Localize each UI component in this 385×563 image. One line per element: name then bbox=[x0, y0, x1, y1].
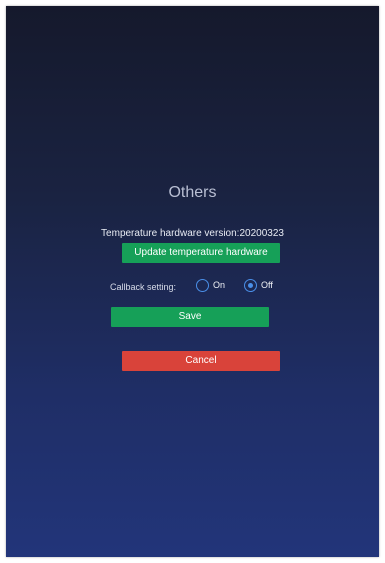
radio-unchecked-icon bbox=[196, 279, 209, 292]
callback-off-label: Off bbox=[261, 280, 273, 290]
page-title: Others bbox=[168, 184, 217, 201]
callback-on-label: On bbox=[213, 280, 226, 290]
save-button[interactable]: Save bbox=[111, 307, 269, 327]
cancel-button[interactable]: Cancel bbox=[122, 351, 280, 371]
callback-setting-row: Callback setting: On Off bbox=[110, 278, 310, 294]
callback-setting-label: Callback setting: bbox=[110, 282, 177, 292]
temperature-hardware-version: Temperature hardware version:20200323 bbox=[101, 228, 284, 239]
update-temperature-hardware-button[interactable]: Update temperature hardware bbox=[122, 243, 280, 263]
radio-checked-icon bbox=[244, 279, 257, 292]
settings-screen: Others Temperature hardware version:2020… bbox=[6, 6, 379, 557]
